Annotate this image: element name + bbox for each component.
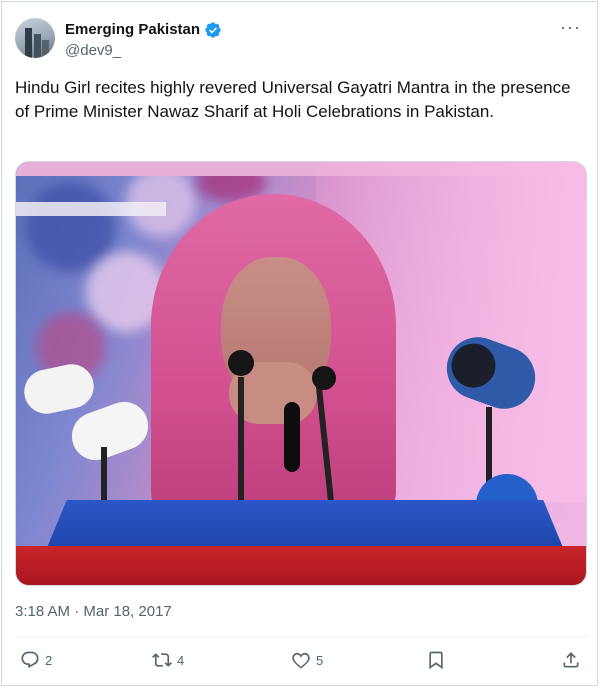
verified-badge-icon (205, 22, 221, 38)
divider (15, 636, 587, 637)
video-thumbnail[interactable] (15, 161, 587, 586)
bookmark-icon (429, 651, 443, 670)
retweet-icon (152, 653, 172, 667)
display-name[interactable]: Emerging Pakistan (65, 20, 200, 40)
more-icon[interactable]: ··· (560, 17, 581, 37)
reply-count: 2 (45, 652, 53, 668)
reply-icon (21, 651, 39, 669)
tweet-text: Hindu Girl recites highly revered Univer… (15, 78, 571, 121)
avatar[interactable] (15, 18, 55, 58)
like-button[interactable]: 5 (291, 650, 323, 670)
retweet-button[interactable]: 4 (152, 650, 184, 670)
author-handle[interactable]: @dev9_ (65, 41, 121, 61)
author-name[interactable]: Emerging Pakistan (65, 20, 222, 40)
reply-button[interactable]: 2 (20, 650, 52, 670)
like-count: 5 (316, 652, 324, 668)
bookmark-button[interactable] (426, 650, 446, 670)
action-bar: 2 4 5 (2, 650, 599, 676)
retweet-count: 4 (177, 652, 185, 668)
share-icon (563, 652, 579, 668)
share-button[interactable] (561, 650, 581, 670)
tweet-card: Emerging Pakistan @dev9_ ··· Hindu Girl … (1, 1, 598, 686)
heart-icon (292, 652, 310, 669)
tweet-timestamp[interactable]: 3:18 AM · Mar 18, 2017 (15, 602, 172, 622)
